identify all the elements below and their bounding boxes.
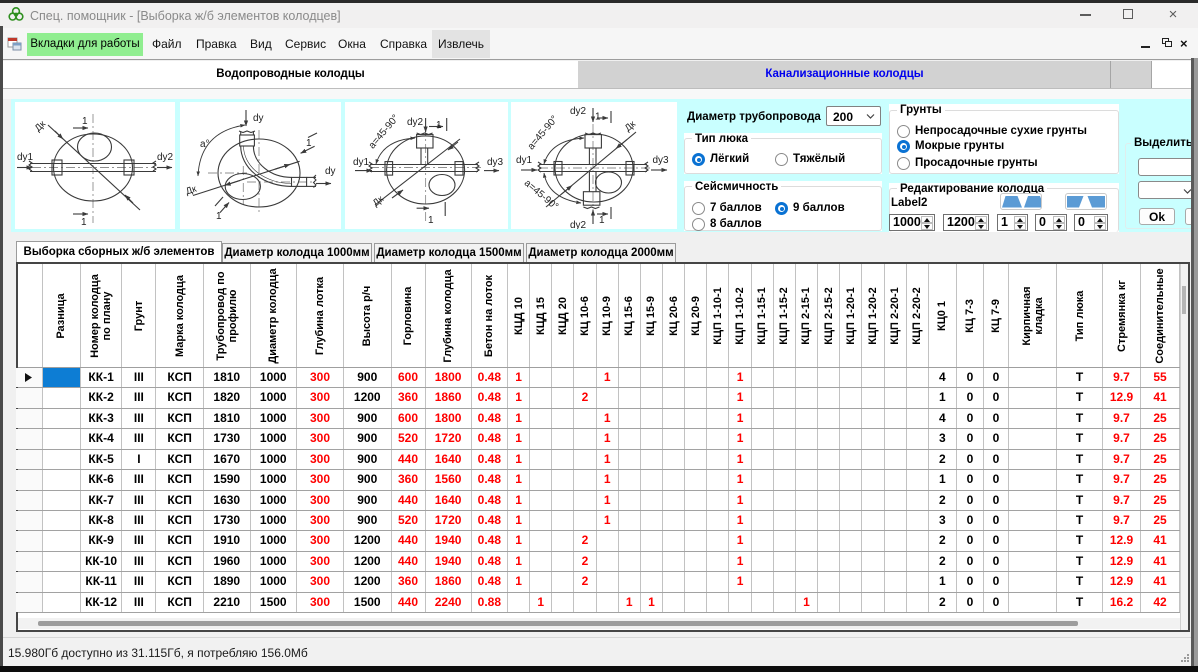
svg-text:Дк: Дк — [33, 118, 49, 134]
svg-text:dу3: dу3 — [653, 155, 670, 166]
svg-text:1: 1 — [216, 211, 222, 222]
svg-text:1: 1 — [306, 138, 312, 149]
svg-text:dу: dу — [325, 166, 336, 177]
svg-text:а=45-90°: а=45-90° — [522, 178, 560, 213]
svg-text:dу1: dу1 — [353, 157, 370, 168]
svg-text:dу: dу — [253, 113, 264, 124]
svg-text:dу2: dу2 — [570, 106, 587, 117]
svg-text:1: 1 — [82, 116, 88, 127]
svg-text:а=45-90°: а=45-90° — [526, 114, 561, 152]
svg-text:1: 1 — [436, 120, 442, 131]
svg-text:dу2: dу2 — [407, 117, 424, 128]
svg-text:Дк: Дк — [623, 118, 639, 134]
svg-text:1: 1 — [81, 217, 87, 228]
svg-text:dу2: dу2 — [570, 220, 587, 229]
svg-text:Дк: Дк — [184, 183, 198, 197]
svg-text:dу1: dу1 — [516, 155, 533, 166]
svg-text:dу2: dу2 — [157, 152, 174, 163]
svg-text:dу1: dу1 — [17, 152, 34, 163]
svg-text:а=45-90°: а=45-90° — [367, 113, 402, 151]
svg-text:1: 1 — [599, 215, 605, 226]
svg-text:1: 1 — [428, 215, 434, 226]
svg-text:dу3: dу3 — [487, 157, 504, 168]
svg-text:а°: а° — [200, 139, 210, 150]
svg-text:1: 1 — [595, 112, 601, 123]
svg-text:Дк: Дк — [371, 193, 387, 209]
